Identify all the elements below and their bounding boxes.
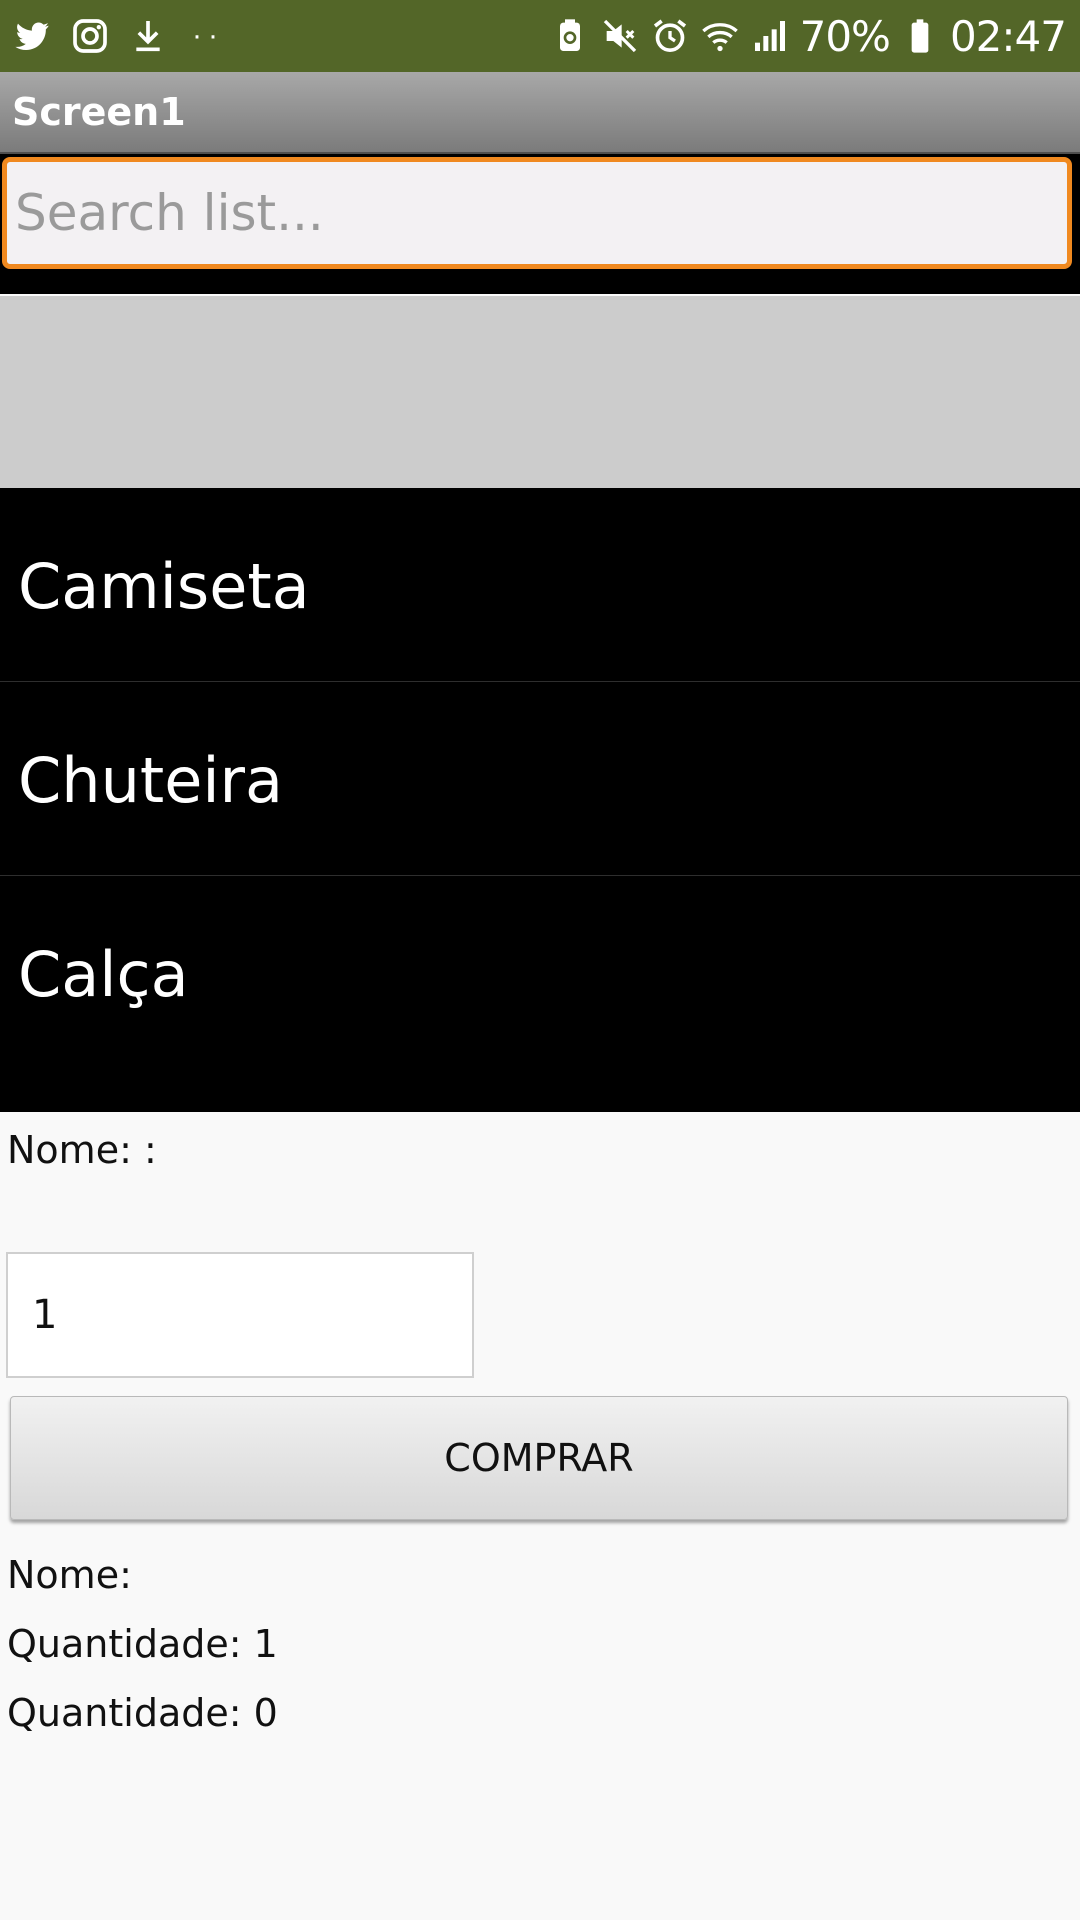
list-item-calca[interactable]: Calça	[0, 876, 1080, 1069]
result-quantity-label: Quantidade: 1	[7, 1622, 278, 1666]
battery-percent: 70%	[799, 11, 891, 61]
alarm-icon	[650, 16, 690, 56]
system-icons: 70% 02:47	[550, 11, 1067, 61]
download-icon	[128, 16, 168, 56]
more-notifications-icon: ··	[192, 19, 224, 52]
selected-name-label: Nome: :	[7, 1128, 157, 1172]
screen-title: Screen1	[12, 90, 186, 134]
list-item-camiseta[interactable]: Camiseta	[0, 488, 1080, 682]
battery-saver-icon	[550, 16, 590, 56]
list-item-label: Chuteira	[18, 744, 284, 817]
battery-icon	[900, 16, 940, 56]
twitter-icon	[12, 16, 52, 56]
signal-icon	[750, 16, 790, 56]
notification-icons: ··	[12, 12, 224, 60]
list-filter-spacer	[0, 296, 1080, 488]
result-quantity-label-2: Quantidade: 0	[7, 1691, 278, 1735]
wifi-icon	[700, 16, 740, 56]
status-bar: ·· 70% 02:47	[0, 0, 1080, 72]
product-list: Camiseta Chuteira Calça	[0, 488, 1080, 1112]
list-item-label: Calça	[18, 938, 189, 1011]
list-item-label: Camiseta	[18, 550, 310, 623]
mute-icon	[600, 16, 640, 56]
quantity-input[interactable]	[6, 1252, 474, 1378]
title-bar: Screen1	[0, 72, 1080, 154]
result-name-label: Nome:	[7, 1553, 132, 1597]
buy-button[interactable]: COMPRAR	[10, 1396, 1068, 1520]
clock: 02:47	[949, 11, 1067, 61]
instagram-icon	[70, 16, 110, 56]
search-container	[0, 154, 1080, 294]
search-input[interactable]	[2, 157, 1072, 269]
list-item-chuteira[interactable]: Chuteira	[0, 682, 1080, 876]
